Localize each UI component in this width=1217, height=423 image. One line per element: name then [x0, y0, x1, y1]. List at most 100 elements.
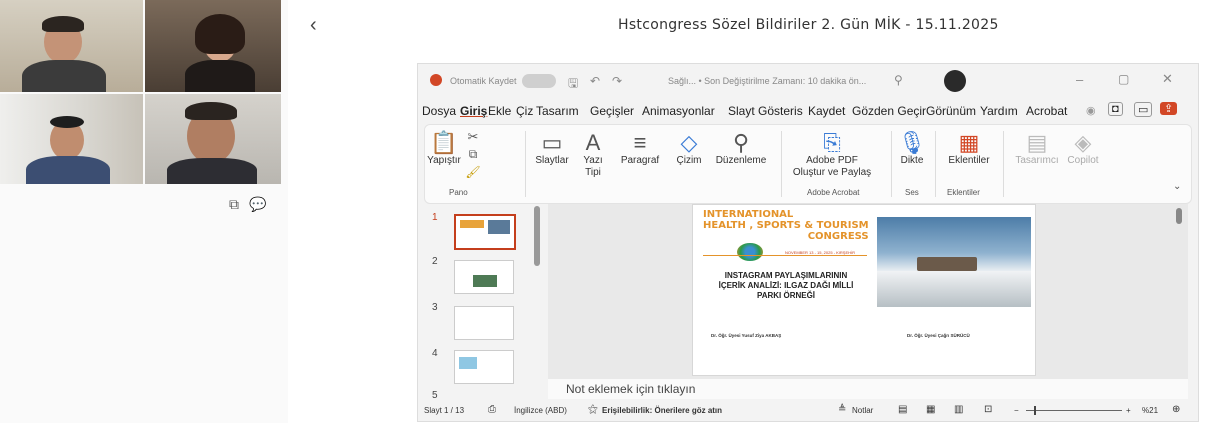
- normal-view-icon[interactable]: ▤: [898, 404, 907, 415]
- designer-button[interactable]: ▤ Tasarımcı: [1009, 131, 1065, 167]
- ppt-titlebar: Otomatik Kaydet 🖫 ↶ ↷ Sağlı... • Son Değ…: [418, 64, 1198, 98]
- thumbnail-scrollbar[interactable]: [534, 206, 540, 266]
- document-status: Sağlı... • Son Değiştirilme Zamanı: 10 d…: [668, 76, 867, 86]
- back-icon[interactable]: ‹: [310, 14, 317, 37]
- menu-gozden-gecir[interactable]: Gözden Geçir: [852, 104, 926, 118]
- menu-slayt-gosterisi[interactable]: Slayt Gösteris: [728, 104, 803, 118]
- status-bar: Slayt 1 / 13 ⎙ İngilizce (ABD) ⚝ Erişile…: [418, 401, 1198, 421]
- paste-button[interactable]: 📋 Yapıştır: [427, 131, 461, 167]
- menu-ciz[interactable]: Çiz: [516, 104, 533, 118]
- record-icon[interactable]: ◉: [1086, 104, 1096, 117]
- chat-icon[interactable]: 💬: [249, 196, 266, 213]
- maximize-icon[interactable]: ▢: [1118, 72, 1129, 86]
- minimize-icon[interactable]: –: [1076, 72, 1083, 87]
- participant-video-3[interactable]: [0, 94, 143, 184]
- slides-button[interactable]: ▭ Slaytlar: [531, 131, 573, 167]
- menu-animasyonlar[interactable]: Animasyonlar: [642, 104, 715, 118]
- copy-icon[interactable]: ⧉: [229, 196, 239, 213]
- font-icon: A: [585, 130, 601, 155]
- format-painter-icon[interactable]: 🖌: [463, 165, 483, 179]
- brand-line-2: HEALTH , SPORTS & TOURISM: [703, 220, 869, 231]
- menu-tasarim[interactable]: Tasarım: [536, 104, 579, 118]
- group-adobe-label: Adobe Acrobat: [807, 188, 860, 197]
- drawing-button[interactable]: ◇ Çizim: [671, 131, 707, 167]
- zoom-in-icon[interactable]: +: [1126, 406, 1131, 415]
- dictate-button[interactable]: 🎙 Dikte: [897, 131, 927, 167]
- save-icon[interactable]: 🖫: [568, 74, 578, 95]
- camera-icon[interactable]: ◘: [1108, 102, 1123, 116]
- slides-label: Slaytlar: [535, 155, 569, 166]
- thumb-photo: [459, 357, 477, 369]
- participant-video-2[interactable]: [145, 0, 281, 92]
- slide-thumbnail-3[interactable]: [454, 306, 514, 340]
- copy-icon[interactable]: ⧉: [463, 147, 483, 162]
- font-label: Yazı Tipi: [583, 155, 603, 178]
- copilot-label: Copilot: [1067, 155, 1099, 166]
- accessibility-status[interactable]: Erişilebilirlik: Önerilere göz atın: [602, 406, 722, 415]
- menu-acrobat[interactable]: Acrobat: [1026, 104, 1067, 118]
- language-status[interactable]: İngilizce (ABD): [514, 406, 567, 415]
- logo-rule: [703, 255, 867, 256]
- photo-building: [917, 257, 977, 271]
- share-icon[interactable]: ⇪: [1160, 102, 1178, 115]
- ribbon-separator: [1003, 131, 1004, 197]
- drawing-label: Çizim: [676, 155, 702, 166]
- paragraph-button[interactable]: ≡ Paragraf: [617, 131, 663, 167]
- author-2: Dr. Öğr. Üyesi Çağrı SÜRÜCÜ: [907, 333, 970, 338]
- slide-editor: INTERNATIONAL HEALTH , SPORTS & TOURISM …: [548, 204, 1188, 379]
- adobe-pdf-button[interactable]: ⎘ Adobe PDF Oluştur ve Paylaş: [787, 131, 877, 179]
- menu-kaydet[interactable]: Kaydet: [808, 104, 845, 118]
- slide-thumbnail-4[interactable]: [454, 350, 514, 384]
- undo-icon[interactable]: ↶: [590, 74, 600, 88]
- zoom-level[interactable]: %21: [1142, 406, 1158, 415]
- collapse-ribbon-icon[interactable]: ⌄: [1173, 181, 1181, 192]
- notes-pane[interactable]: Not eklemek için tıklayın: [548, 379, 1188, 399]
- reading-view-icon[interactable]: ▥: [954, 404, 963, 415]
- participant-video-4[interactable]: [145, 94, 281, 184]
- zoom-slider-thumb[interactable]: [1034, 406, 1036, 415]
- menu-dosya[interactable]: Dosya: [422, 104, 456, 118]
- thumb-logo: [460, 220, 484, 228]
- menu-giris[interactable]: Giriş: [460, 104, 487, 118]
- notes-placeholder: Not eklemek için tıklayın: [566, 382, 696, 396]
- adobe-pdf-icon: ⎘: [823, 130, 841, 155]
- editing-label: Düzenleme: [715, 155, 767, 166]
- menu-gecisler[interactable]: Geçişler: [590, 104, 634, 118]
- comment-icon[interactable]: ▭: [1134, 102, 1153, 117]
- editing-button[interactable]: ⚲ Düzenleme: [713, 131, 769, 167]
- slide-sorter-icon[interactable]: ▦: [926, 404, 935, 415]
- notes-toggle[interactable]: Notlar: [852, 406, 873, 415]
- zoom-slider[interactable]: [1026, 410, 1122, 411]
- search-icon: ⚲: [732, 130, 750, 155]
- slide-scrollbar[interactable]: [1176, 208, 1182, 224]
- menu-yardim[interactable]: Yardım: [980, 104, 1018, 118]
- slide-thumbnail-1[interactable]: [454, 214, 516, 250]
- slideshow-icon[interactable]: ⊡: [984, 404, 992, 415]
- zoom-out-icon[interactable]: −: [1014, 406, 1019, 415]
- video-tools: ⧉ 💬: [229, 196, 266, 213]
- thumb-photo: [488, 220, 510, 234]
- designer-label: Tasarımcı: [1015, 155, 1059, 166]
- autosave-toggle[interactable]: [522, 74, 556, 88]
- addins-button[interactable]: ▦ Eklentiler: [941, 131, 997, 167]
- close-icon[interactable]: ✕: [1162, 71, 1173, 87]
- user-avatar[interactable]: [944, 70, 966, 92]
- slide-title-line-1: INSTAGRAM PAYLAŞIMLARININ: [724, 271, 848, 280]
- adobe-pdf-label-2: Oluştur ve Paylaş: [792, 167, 872, 178]
- slide-thumbnail-2[interactable]: [454, 260, 514, 294]
- font-button[interactable]: A Yazı Tipi: [575, 131, 611, 179]
- spellcheck-icon[interactable]: ⎙: [488, 404, 496, 415]
- current-slide[interactable]: INTERNATIONAL HEALTH , SPORTS & TOURISM …: [692, 204, 1036, 376]
- congress-dates: NOVEMBER 13 - 15, 2025 - KIRŞEHİR: [785, 250, 856, 255]
- menu-gorunum[interactable]: Görünüm: [926, 104, 976, 118]
- thumb-number: 2: [432, 256, 438, 267]
- brand-line-1: INTERNATIONAL: [703, 209, 794, 220]
- copilot-button[interactable]: ◈ Copilot: [1063, 131, 1103, 167]
- redo-icon[interactable]: ↷: [612, 74, 622, 88]
- fit-to-window-icon[interactable]: ⊕: [1172, 404, 1180, 415]
- cut-icon[interactable]: ✂: [463, 129, 483, 145]
- participant-video-1[interactable]: [0, 0, 143, 92]
- slide-title-line-3: PARKI ÖRNEĞİ: [756, 291, 816, 300]
- menu-ekle[interactable]: Ekle: [488, 104, 511, 118]
- search-icon[interactable]: ⚲: [894, 73, 903, 87]
